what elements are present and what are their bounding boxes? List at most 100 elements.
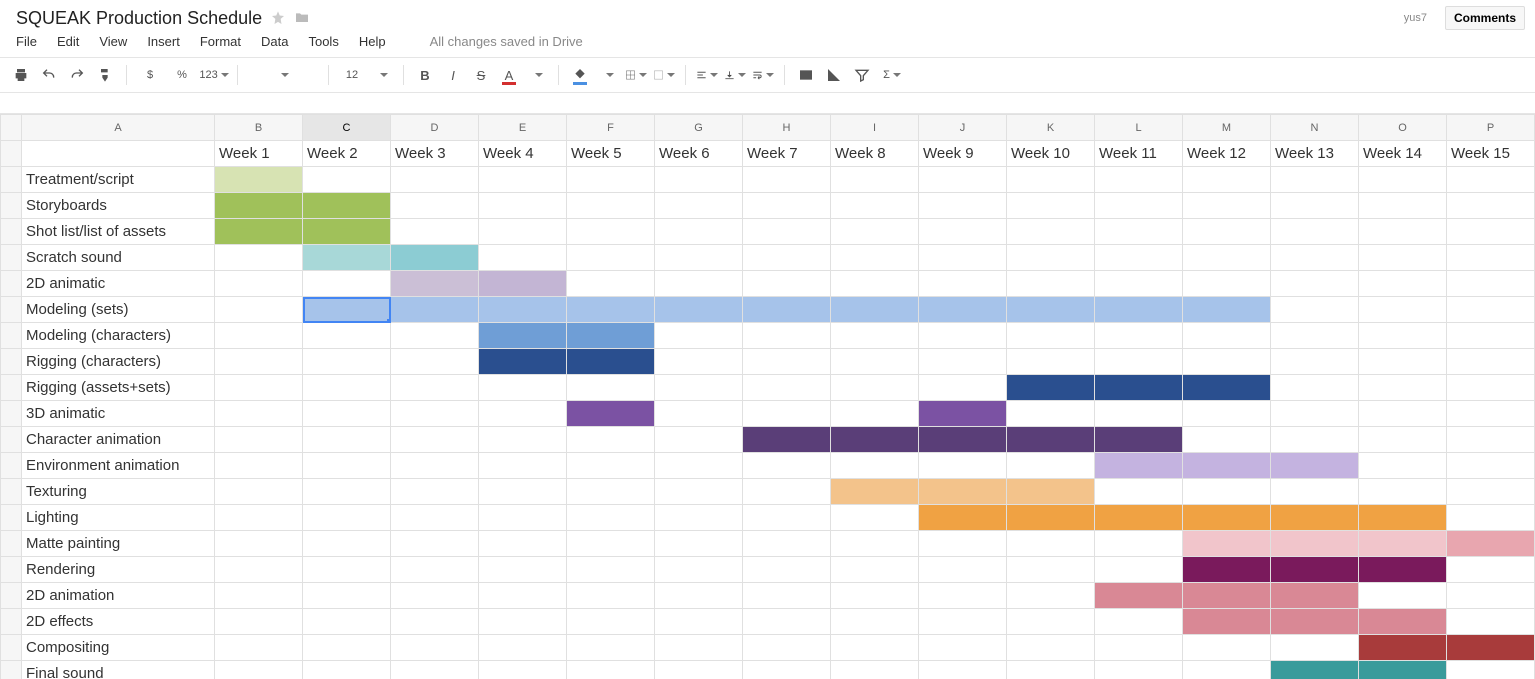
cell[interactable] [1095, 401, 1183, 427]
cell[interactable] [1007, 479, 1095, 505]
cell[interactable] [831, 583, 919, 609]
cell[interactable] [1359, 297, 1447, 323]
row-header[interactable] [1, 479, 22, 505]
cell[interactable] [215, 661, 303, 679]
task-label-cell[interactable]: Treatment/script [22, 167, 215, 193]
cell[interactable] [919, 609, 1007, 635]
cell[interactable] [303, 479, 391, 505]
week-header-cell[interactable]: Week 7 [743, 141, 831, 167]
cell[interactable] [1095, 453, 1183, 479]
cell[interactable] [1447, 349, 1535, 375]
cell[interactable] [303, 193, 391, 219]
cell[interactable] [391, 557, 479, 583]
folder-icon[interactable] [294, 10, 310, 26]
cell[interactable] [1007, 661, 1095, 679]
task-label-cell[interactable]: Rigging (assets+sets) [22, 375, 215, 401]
cell[interactable] [1271, 427, 1359, 453]
cell[interactable] [391, 427, 479, 453]
percent-button[interactable]: % [169, 64, 195, 86]
cell[interactable] [831, 401, 919, 427]
cell[interactable] [743, 479, 831, 505]
cell[interactable] [1271, 297, 1359, 323]
cell[interactable] [919, 635, 1007, 661]
paint-format-icon[interactable] [94, 64, 116, 86]
cell[interactable] [391, 375, 479, 401]
cell[interactable] [1271, 323, 1359, 349]
cell[interactable] [919, 557, 1007, 583]
cell[interactable] [831, 505, 919, 531]
borders-button[interactable] [625, 64, 647, 86]
column-header[interactable]: I [831, 115, 919, 141]
cell[interactable] [655, 167, 743, 193]
cell[interactable] [1359, 453, 1447, 479]
cell[interactable] [215, 167, 303, 193]
column-header[interactable]: G [655, 115, 743, 141]
cell[interactable] [1359, 505, 1447, 531]
cell[interactable] [831, 427, 919, 453]
cell[interactable] [1007, 323, 1095, 349]
cell[interactable] [919, 271, 1007, 297]
cell[interactable] [1271, 479, 1359, 505]
row-header[interactable] [1, 453, 22, 479]
row-header[interactable] [1, 609, 22, 635]
column-header[interactable]: E [479, 115, 567, 141]
cell[interactable] [831, 609, 919, 635]
cell[interactable] [1183, 323, 1271, 349]
cell[interactable] [1271, 635, 1359, 661]
cell[interactable] [1183, 635, 1271, 661]
cell[interactable] [391, 193, 479, 219]
row-header[interactable] [1, 193, 22, 219]
cell[interactable] [1007, 427, 1095, 453]
cell[interactable] [1447, 219, 1535, 245]
cell[interactable] [1183, 583, 1271, 609]
task-label-cell[interactable]: 2D effects [22, 609, 215, 635]
cell[interactable] [743, 531, 831, 557]
cell[interactable] [919, 479, 1007, 505]
bold-button[interactable]: B [414, 64, 436, 86]
cell[interactable] [831, 323, 919, 349]
task-label-cell[interactable]: Compositing [22, 635, 215, 661]
column-header[interactable]: A [22, 115, 215, 141]
cell[interactable] [743, 375, 831, 401]
cell[interactable] [743, 167, 831, 193]
cell[interactable] [743, 271, 831, 297]
strike-button[interactable]: S [470, 64, 492, 86]
cell[interactable] [479, 427, 567, 453]
week-header-cell[interactable]: Week 9 [919, 141, 1007, 167]
cell[interactable] [743, 661, 831, 679]
cell[interactable] [1359, 661, 1447, 679]
row-header[interactable] [1, 141, 22, 167]
task-label-cell[interactable]: Shot list/list of assets [22, 219, 215, 245]
cell[interactable] [1359, 401, 1447, 427]
cell[interactable] [1183, 557, 1271, 583]
cell[interactable] [391, 323, 479, 349]
cell[interactable] [1359, 323, 1447, 349]
valign-button[interactable] [724, 64, 746, 86]
cell[interactable] [1007, 245, 1095, 271]
cell[interactable] [1007, 167, 1095, 193]
cell[interactable] [479, 245, 567, 271]
cell[interactable] [391, 583, 479, 609]
cell[interactable] [1183, 453, 1271, 479]
cell[interactable] [1271, 193, 1359, 219]
cell[interactable] [919, 167, 1007, 193]
column-header[interactable]: O [1359, 115, 1447, 141]
cell[interactable] [1183, 245, 1271, 271]
week-header-cell[interactable]: Week 10 [1007, 141, 1095, 167]
cell[interactable] [831, 167, 919, 193]
chart-icon[interactable] [823, 64, 845, 86]
halign-button[interactable] [696, 64, 718, 86]
cell[interactable] [567, 375, 655, 401]
cell[interactable] [1359, 531, 1447, 557]
print-icon[interactable] [10, 64, 32, 86]
cell[interactable] [1095, 219, 1183, 245]
cell[interactable] [1183, 427, 1271, 453]
cell[interactable] [215, 323, 303, 349]
cell[interactable] [1007, 193, 1095, 219]
text-color-button[interactable]: A [498, 64, 520, 86]
column-header[interactable]: J [919, 115, 1007, 141]
cell[interactable] [215, 531, 303, 557]
star-icon[interactable] [270, 10, 286, 26]
row-header[interactable] [1, 531, 22, 557]
cell[interactable] [1095, 479, 1183, 505]
